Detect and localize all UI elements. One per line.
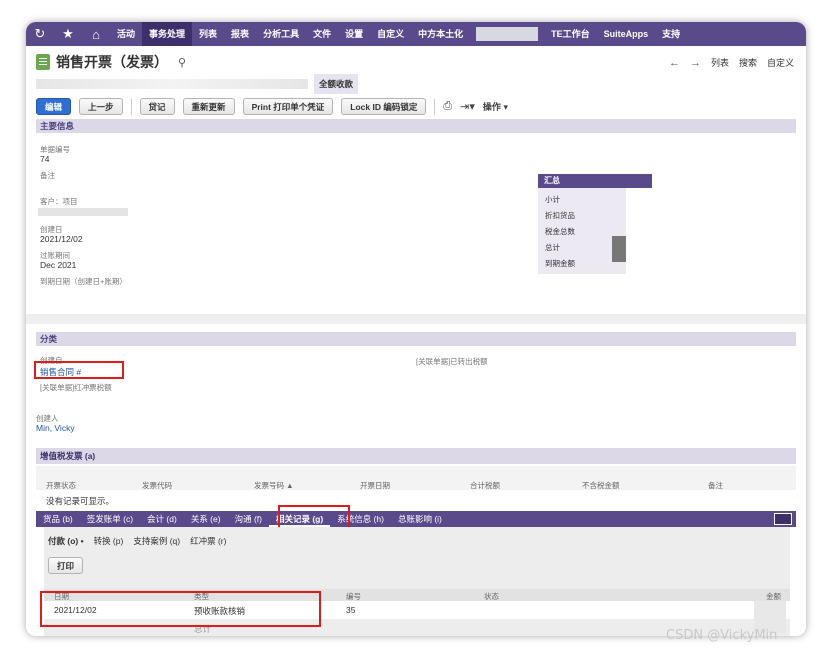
tab-conversion[interactable]: 转换 (p) — [94, 535, 124, 547]
record-page: 销售开票（发票） ⚲ ← → 列表 搜索 自定义 全额收款 编辑 上一步 贷记 … — [26, 46, 806, 636]
doc-no-value: 74 — [40, 154, 50, 164]
export-icon[interactable]: ⇥▾ — [460, 100, 475, 113]
star-icon[interactable]: ★ — [54, 22, 82, 46]
section-divider — [26, 314, 806, 324]
vat-col-status[interactable]: 开票状态 — [46, 480, 76, 491]
tab-red-invoice[interactable]: 红冲票 (r) — [190, 535, 226, 547]
summary-body: 小计 折扣货品 税金总数 总计 到期金额 — [538, 188, 626, 274]
top-nav-bar: ↻ ★ ⌂ 活动 事务处理 列表 报表 分析工具 文件 设置 自定义 中方本土化… — [26, 22, 806, 46]
summary-box: 汇总 小计 折扣货品 税金总数 总计 到期金额 — [538, 174, 652, 274]
vat-col-number[interactable]: 发票号码 ▲ — [254, 480, 294, 491]
vat-empty-message: 没有记录可显示。 — [46, 496, 115, 506]
section-vat-invoice[interactable]: 增值税发票 (a) — [36, 448, 796, 464]
arrow-left-icon[interactable]: ← — [669, 57, 680, 69]
arrow-right-icon[interactable]: → — [690, 57, 701, 69]
summary-discount: 折扣货品 — [545, 211, 575, 220]
nav-support[interactable]: 支持 — [655, 22, 687, 46]
tab-payments[interactable]: 付款 (o) • — [48, 535, 84, 547]
app-window: ↻ ★ ⌂ 活动 事务处理 列表 报表 分析工具 文件 设置 自定义 中方本土化… — [26, 22, 806, 636]
nav-documents[interactable]: 文件 — [306, 22, 338, 46]
tab-support-cases[interactable]: 支持案例 (q) — [133, 535, 180, 547]
customer-label: 客户：项目 — [40, 197, 78, 206]
related-subtabs: 付款 (o) • 转换 (p) 支持案例 (q) 红冲票 (r) — [48, 535, 226, 547]
created-value: 2021/12/02 — [40, 234, 83, 244]
nav-suiteapps[interactable]: SuiteApps — [597, 22, 656, 46]
tab-accounting[interactable]: 会计 (d) — [140, 513, 184, 525]
lock-id-button[interactable]: Lock ID 编码锁定 — [341, 98, 427, 115]
vat-col-net[interactable]: 不含税金额 — [582, 480, 620, 491]
back-button[interactable]: 上一步 — [79, 98, 123, 115]
print-voucher-button[interactable]: Print 打印单个凭证 — [242, 98, 334, 115]
nav-localization[interactable]: 中方本土化 — [411, 22, 470, 46]
watermark: CSDN @VickyMin — [666, 628, 778, 643]
redacted-nav-item — [476, 27, 539, 41]
link-search[interactable]: 搜索 — [739, 56, 757, 69]
actions-label: 操作 — [482, 102, 501, 112]
tab-items[interactable]: 货品 (b) — [36, 513, 80, 525]
print-icon[interactable]: ⎙ — [443, 100, 452, 113]
nav-analytics[interactable]: 分析工具 — [256, 22, 306, 46]
refresh-button[interactable]: 重新更新 — [182, 98, 235, 115]
vat-col-date[interactable]: 开票日期 — [360, 480, 390, 491]
record-subtitle: 全额收款 — [36, 74, 359, 94]
nav-customization[interactable]: 自定义 — [370, 22, 411, 46]
toolbar: 编辑 上一步 贷记 重新更新 Print 打印单个凭证 Lock ID 编码锁定… — [36, 98, 508, 115]
period-value: Dec 2021 — [40, 260, 77, 270]
nav-transactions[interactable]: 事务处理 — [142, 22, 193, 46]
section-classification[interactable]: 分类 — [36, 332, 796, 346]
page-title: 销售开票（发票） — [56, 54, 168, 70]
print-button[interactable]: 打印 — [48, 557, 84, 574]
search-icon[interactable]: ⚲ — [178, 56, 186, 69]
nav-setup[interactable]: 设置 — [338, 22, 370, 46]
summary-heading: 汇总 — [538, 174, 652, 188]
tab-communication[interactable]: 沟通 (f) — [228, 513, 269, 525]
memo-label: 备注 — [40, 171, 55, 180]
status-badge: 全额收款 — [314, 74, 359, 94]
title-bar: 销售开票（发票） ⚲ — [36, 52, 186, 72]
tab-billing[interactable]: 签发账单 (c) — [80, 513, 140, 525]
tab-gl-impact[interactable]: 总账影响 (i) — [391, 513, 449, 525]
tab-relationships[interactable]: 关系 (e) — [184, 513, 228, 525]
record-nav-links: ← → 列表 搜索 自定义 — [669, 56, 794, 69]
home-icon[interactable]: ⌂ — [82, 22, 110, 46]
link-customize[interactable]: 自定义 — [767, 56, 794, 69]
toolbar-divider — [434, 98, 436, 115]
related-row-number: 35 — [346, 605, 356, 615]
toolbar-divider — [130, 98, 132, 115]
highlight-related-row — [40, 591, 321, 627]
actions-menu[interactable]: 操作 ▾ — [483, 100, 508, 113]
redacted-customer — [38, 208, 128, 216]
linked-transferred-tax-note: [关联单据]已转出税额 — [416, 357, 488, 366]
vat-col-code[interactable]: 发票代码 — [142, 480, 172, 491]
nav-te-workbench[interactable]: TE工作台 — [544, 22, 597, 46]
nav-activities[interactable]: 活动 — [110, 22, 142, 46]
redacted-summary-values — [612, 236, 626, 262]
vat-col-memo[interactable]: 备注 — [708, 480, 723, 491]
section-main-info[interactable]: 主要信息 — [36, 119, 796, 133]
creator-link[interactable]: Min, Vicky — [36, 423, 75, 433]
vat-col-tax[interactable]: 合计税额 — [470, 480, 500, 491]
linked-red-tax-note: [关联单据]红冲票税额 — [40, 383, 112, 392]
collapse-icon[interactable] — [774, 513, 792, 525]
invoice-icon — [36, 54, 50, 70]
summary-subtotal: 小计 — [545, 195, 560, 204]
subtab-bar: 货品 (b) 签发账单 (c) 会计 (d) 关系 (e) 沟通 (f) 相关记… — [36, 511, 796, 527]
link-list[interactable]: 列表 — [711, 56, 729, 69]
redacted-record-name — [36, 79, 308, 89]
due-date-label: 到期日期（创建日+账期） — [40, 277, 127, 286]
nav-lists[interactable]: 列表 — [192, 22, 224, 46]
credit-button[interactable]: 贷记 — [139, 98, 175, 115]
edit-button[interactable]: 编辑 — [36, 98, 72, 115]
nav-reports[interactable]: 报表 — [224, 22, 256, 46]
highlight-created-from — [34, 361, 124, 379]
recent-icon[interactable]: ↻ — [26, 22, 54, 46]
